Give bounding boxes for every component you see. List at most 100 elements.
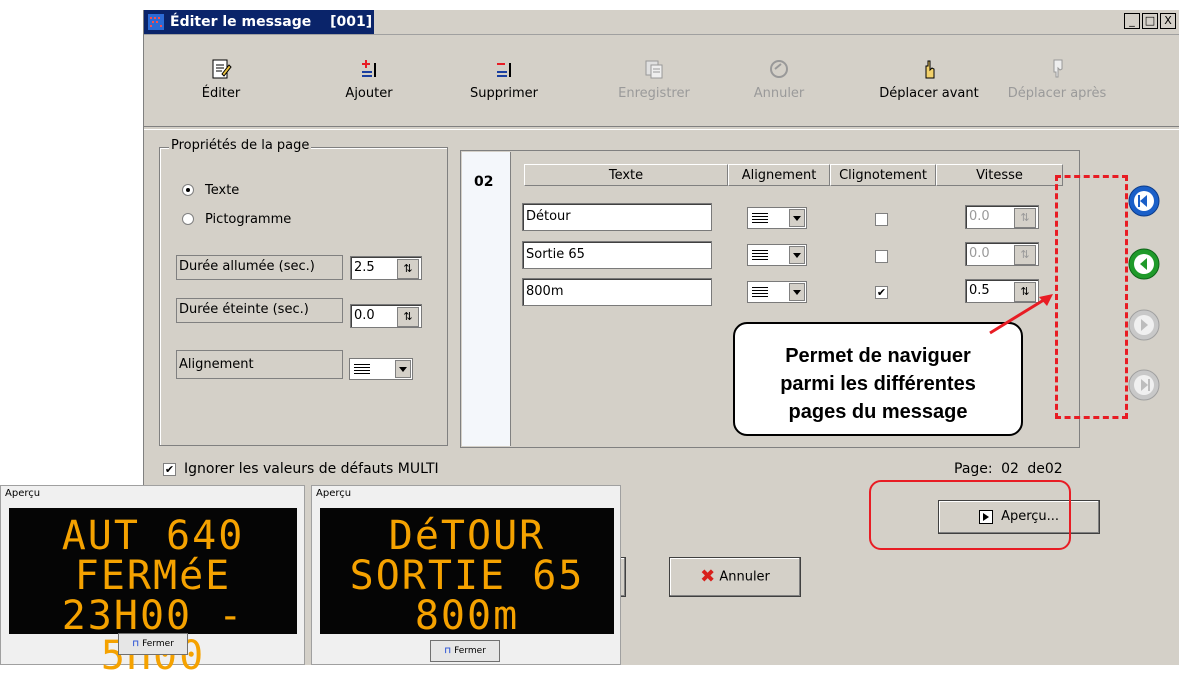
app-icon — [148, 14, 164, 30]
spin-arrows-icon[interactable]: ⇅ — [1014, 208, 1036, 228]
cancel-toolbar-button[interactable]: Annuler — [744, 38, 814, 118]
move-before-button[interactable]: Déplacer avant — [869, 38, 989, 118]
speed-spinner[interactable]: 0.0 ⇅ — [965, 242, 1039, 266]
door-icon: ⊓ — [132, 639, 140, 649]
align-center-icon — [752, 250, 768, 261]
close-preview-button[interactable]: ⊓ Fermer — [118, 633, 188, 655]
align-center-icon — [752, 287, 768, 298]
pictogram-radio[interactable] — [182, 213, 194, 225]
ignore-defaults-checkbox[interactable]: ✔ — [163, 463, 176, 476]
pagination: Page: 02 de02 — [954, 461, 1063, 477]
preview-title: Aperçu — [316, 488, 352, 499]
red-x-icon: ✖ — [700, 566, 716, 587]
page-number: 02 — [474, 174, 494, 190]
delete-label: Supprimer — [470, 86, 538, 101]
preview-title: Aperçu — [5, 488, 41, 499]
hand-down-icon — [1053, 59, 1063, 78]
line-text-input[interactable]: Détour — [522, 203, 712, 231]
text-radio[interactable] — [182, 184, 194, 196]
cancel-button[interactable]: ✖ Annuler — [669, 557, 801, 597]
chevron-down-icon[interactable] — [789, 283, 805, 301]
spin-arrows-icon[interactable]: ⇅ — [397, 307, 419, 327]
led-line: DéTOUR — [388, 513, 546, 559]
title-bar: Éditer le message [001] _ □ X — [144, 10, 1179, 35]
navigation-highlight-bottom — [1055, 416, 1128, 422]
page-alignment-select[interactable] — [349, 358, 413, 380]
header-speed[interactable]: Vitesse — [936, 164, 1063, 186]
move-after-label: Déplacer après — [1007, 86, 1107, 101]
chevron-down-icon[interactable] — [789, 209, 805, 227]
page-number-tab — [462, 152, 511, 446]
delete-line-icon — [497, 63, 511, 77]
ignore-defaults-label: Ignorer les valeurs de défauts MULTI — [184, 461, 439, 477]
callout-line-3: pages du message — [788, 401, 968, 423]
off-duration-spinner[interactable]: 0.0 ⇅ — [350, 304, 422, 328]
cancel-toolbar-label: Annuler — [753, 86, 805, 101]
callout-line-2: parmi les différentes — [780, 373, 976, 395]
close-preview-button[interactable]: ⊓ Fermer — [430, 640, 500, 662]
align-center-icon — [354, 364, 370, 375]
preview-highlight — [869, 480, 1071, 550]
led-display: DéTOUR SORTIE 65 800m — [320, 508, 614, 639]
chevron-down-icon[interactable] — [789, 246, 805, 264]
off-duration-value: 0.0 — [354, 308, 375, 323]
preview-window: Aperçu AUT 640 FERMéE 23H00 - 5H00 ⊓ Fer… — [0, 485, 305, 676]
header-alignment[interactable]: Alignement — [728, 164, 830, 186]
next-page-icon[interactable] — [1127, 308, 1161, 342]
header-blink[interactable]: Clignotement — [830, 164, 936, 186]
minimize-button[interactable]: _ — [1124, 13, 1140, 29]
navigation-highlight — [1055, 175, 1128, 419]
last-page-icon[interactable] — [1127, 368, 1161, 402]
led-line: 800m — [414, 593, 520, 639]
delete-button[interactable]: Supprimer — [459, 38, 549, 118]
hand-up-icon — [925, 60, 935, 79]
edit-button[interactable]: Éditer — [186, 38, 256, 118]
line-alignment-select[interactable] — [747, 207, 807, 229]
text-radio-label: Texte — [205, 183, 240, 198]
line-text-input[interactable]: 800m — [522, 278, 712, 306]
preview-window: Aperçu DéTOUR SORTIE 65 800m ⊓ Fermer — [311, 485, 621, 665]
edit-label: Éditer — [201, 86, 241, 101]
blink-checkbox[interactable] — [875, 250, 888, 263]
on-duration-label: Durée allumée (sec.) — [176, 255, 343, 280]
door-icon: ⊓ — [444, 646, 452, 656]
navigation-callout: Permet de naviguer parmi les différentes… — [733, 322, 1023, 436]
move-before-label: Déplacer avant — [879, 86, 979, 101]
previous-page-icon[interactable] — [1127, 247, 1161, 281]
callout-line-1: Permet de naviguer — [785, 345, 971, 367]
page-properties-label: Propriétés de la page — [169, 138, 312, 153]
chevron-down-icon[interactable] — [395, 360, 411, 378]
on-duration-value: 2.5 — [354, 260, 375, 275]
first-page-icon[interactable] — [1127, 184, 1161, 218]
speed-spinner[interactable]: 0.0 ⇅ — [965, 205, 1039, 229]
header-text[interactable]: Texte — [524, 164, 728, 186]
save-button[interactable]: Enregistrer — [604, 38, 704, 118]
move-after-button[interactable]: Déplacer après — [997, 38, 1117, 118]
blink-checkbox-checked[interactable]: ✔ — [875, 286, 888, 299]
cancel-label: Annuler — [719, 569, 770, 585]
off-duration-label: Durée éteinte (sec.) — [176, 298, 343, 323]
spin-arrows-icon[interactable]: ⇅ — [1014, 245, 1036, 265]
add-button[interactable]: Ajouter — [334, 38, 404, 118]
save-label: Enregistrer — [618, 86, 690, 101]
toolbar-separator — [144, 126, 1179, 130]
on-duration-spinner[interactable]: 2.5 ⇅ — [350, 256, 422, 280]
window-title-text: Éditer le message — [170, 14, 312, 30]
close-preview-label: Fermer — [142, 639, 174, 649]
spin-arrows-icon[interactable]: ⇅ — [397, 259, 419, 279]
close-preview-label: Fermer — [454, 646, 486, 656]
led-display: AUT 640 FERMéE 23H00 - 5H00 — [9, 508, 297, 676]
line-alignment-select[interactable] — [747, 244, 807, 266]
page-properties-group — [159, 147, 448, 446]
page-separator: de — [1027, 461, 1045, 477]
led-line: FERMéE — [74, 553, 232, 599]
led-line: AUT 640 — [61, 513, 245, 559]
pictogram-radio-label: Pictogramme — [205, 212, 292, 227]
line-text-input[interactable]: Sortie 65 — [522, 241, 712, 269]
alignment-label: Alignement — [176, 350, 343, 379]
close-button[interactable]: X — [1160, 13, 1176, 29]
page-current: 02 — [1001, 461, 1019, 477]
maximize-button[interactable]: □ — [1142, 13, 1158, 29]
line-alignment-select[interactable] — [747, 281, 807, 303]
blink-checkbox[interactable] — [875, 213, 888, 226]
